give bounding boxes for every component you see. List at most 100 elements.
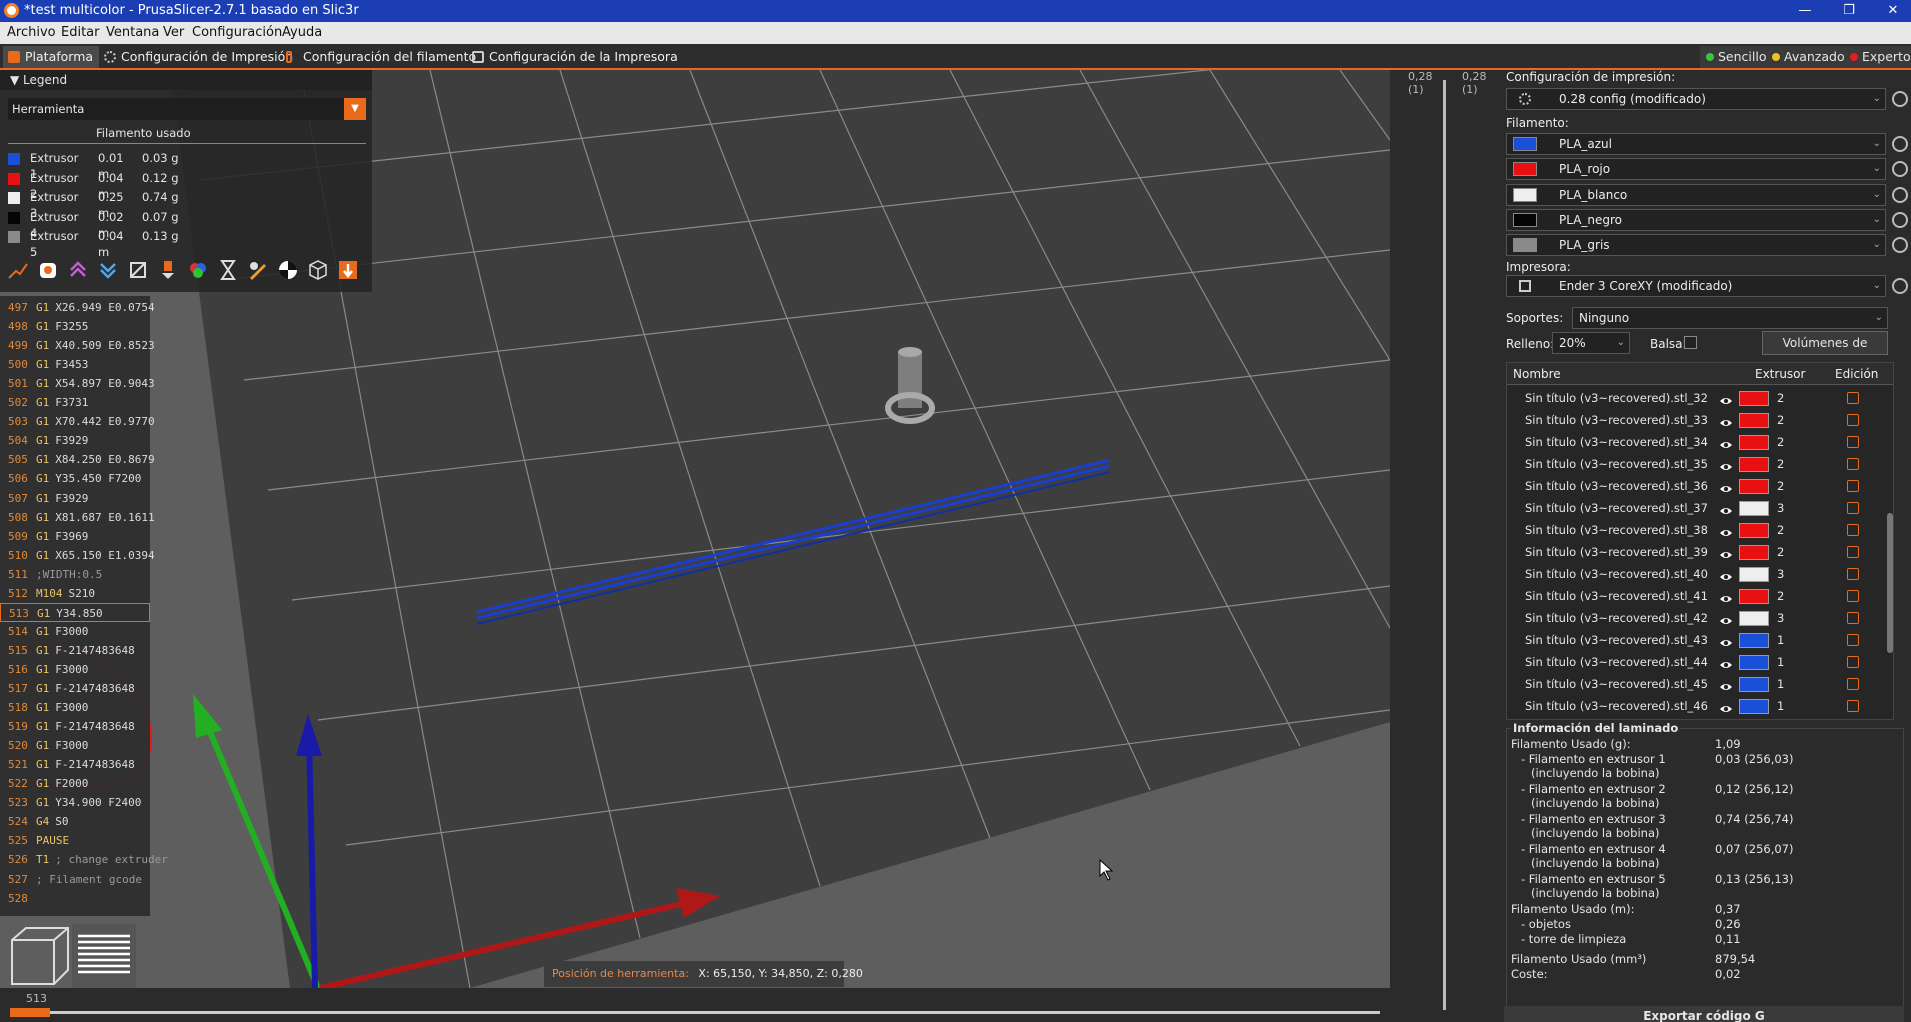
color-changes-icon[interactable] <box>186 258 210 282</box>
tool-changes-icon[interactable] <box>156 258 180 282</box>
edit-icon[interactable] <box>1847 590 1859 602</box>
gcode-line[interactable]: 520 G1 F3000 <box>0 736 150 755</box>
gcode-line[interactable]: 499 G1 X40.509 E0.8523 <box>0 336 155 355</box>
gcode-line[interactable]: 518 G1 F3000 <box>0 698 150 717</box>
object-row[interactable]: Sin título (v3~recovered).stl_33 2 <box>1507 409 1893 431</box>
extruder-color-swatch[interactable] <box>1739 677 1769 692</box>
edit-icon[interactable] <box>1847 612 1859 624</box>
menu-ventana[interactable]: Ventana <box>106 22 159 44</box>
filament-color-swatch[interactable] <box>1513 212 1537 227</box>
filament-color-swatch[interactable] <box>1513 162 1537 177</box>
extruder-color-swatch[interactable] <box>1739 501 1769 516</box>
gcode-line[interactable]: 522 G1 F2000 <box>0 774 150 793</box>
extruder-color-swatch[interactable] <box>1739 699 1769 714</box>
eye-icon[interactable] <box>1719 678 1733 690</box>
printer-gear-icon[interactable] <box>1892 278 1908 294</box>
extruder-color-swatch[interactable] <box>1739 611 1769 626</box>
object-row[interactable]: Sin título (v3~recovered).stl_37 3 <box>1507 497 1893 519</box>
gcode-line[interactable]: 516 G1 F3000 <box>0 660 150 679</box>
extruder-color-swatch[interactable] <box>1739 479 1769 494</box>
filament-combo[interactable]: PLA_gris ⌄ <box>1506 234 1886 257</box>
close-icon[interactable]: ✕ <box>1878 0 1908 22</box>
edit-icon[interactable] <box>1847 546 1859 558</box>
mode-avanzado[interactable]: Avanzado <box>1766 46 1851 68</box>
supports-combo[interactable]: Ninguno ⌄ <box>1572 307 1888 329</box>
hslider-thumb[interactable] <box>10 1008 50 1017</box>
gcode-line[interactable]: 527 ; Filament gcode <box>0 870 150 889</box>
layers-view-icon[interactable] <box>72 924 136 988</box>
horizontal-slider[interactable]: 513 <box>0 988 1390 1022</box>
object-row[interactable]: Sin título (v3~recovered).stl_34 2 <box>1507 431 1893 453</box>
extruder-color-swatch[interactable] <box>1739 435 1769 450</box>
column-extruder-header[interactable]: Extrusor <box>1755 363 1805 385</box>
edit-icon[interactable] <box>1847 568 1859 580</box>
deretractions-icon[interactable] <box>96 258 120 282</box>
tab-plataforma[interactable]: Plataforma <box>3 46 100 68</box>
edit-icon[interactable] <box>1847 414 1859 426</box>
brim-checkbox[interactable] <box>1684 336 1697 349</box>
eye-icon[interactable] <box>1719 458 1733 470</box>
gcode-line[interactable]: 526 T1 ; change extruder <box>0 850 168 869</box>
filament-gear-icon[interactable] <box>1892 186 1908 203</box>
filament-gear-icon[interactable] <box>1892 136 1908 152</box>
object-row[interactable]: Sin título (v3~recovered).stl_40 3 <box>1507 563 1893 585</box>
extruder-color-swatch[interactable] <box>1739 633 1769 648</box>
eye-icon[interactable] <box>1719 414 1733 426</box>
gcode-line[interactable]: 512 M104 S210 <box>0 584 150 603</box>
shells-icon[interactable] <box>306 258 330 282</box>
tool-marker-icon[interactable] <box>336 258 360 282</box>
gcode-line[interactable]: 525 PAUSE <box>0 831 150 850</box>
infill-combo[interactable]: 20% ⌄ <box>1552 332 1630 354</box>
extruder-color-swatch[interactable] <box>1739 545 1769 560</box>
gcode-line[interactable]: 501 G1 X54.897 E0.9043 <box>0 374 155 393</box>
column-name-header[interactable]: Nombre <box>1513 363 1561 385</box>
gcode-line[interactable]: 504 G1 F3929 <box>0 431 150 450</box>
object-row[interactable]: Sin título (v3~recovered).stl_44 1 <box>1507 651 1893 673</box>
purge-volumes-button[interactable]: Volúmenes de purga... <box>1762 331 1888 372</box>
extruder-color-swatch[interactable] <box>1739 391 1769 406</box>
edit-icon[interactable] <box>1847 700 1859 712</box>
eye-icon[interactable] <box>1719 524 1733 536</box>
object-row[interactable]: Sin título (v3~recovered).stl_41 2 <box>1507 585 1893 607</box>
filament-color-swatch[interactable] <box>1513 137 1537 151</box>
filament-combo[interactable]: PLA_blanco ⌄ <box>1506 183 1886 206</box>
edit-icon[interactable] <box>1847 678 1859 690</box>
eye-icon[interactable] <box>1719 502 1733 514</box>
tab-filament-settings[interactable]: Configuración del filamento <box>281 46 482 68</box>
object-row[interactable]: Sin título (v3~recovered).stl_38 2 <box>1507 519 1893 541</box>
gcode-line[interactable]: 497 G1 X26.949 E0.0754 <box>0 298 155 317</box>
eye-icon[interactable] <box>1719 656 1733 668</box>
gcode-line[interactable]: 502 G1 F3731 <box>0 393 150 412</box>
extruder-color-swatch[interactable] <box>1739 457 1769 472</box>
object-list-scrollbar[interactable] <box>1887 513 1893 653</box>
pause-prints-icon[interactable] <box>216 258 240 282</box>
extruder-color-swatch[interactable] <box>1739 589 1769 604</box>
menu-ayuda[interactable]: Ayuda <box>282 22 322 44</box>
object-row[interactable]: Sin título (v3~recovered).stl_42 3 <box>1507 607 1893 629</box>
view-type-select[interactable]: Herramienta ▼ <box>8 98 366 120</box>
eye-icon[interactable] <box>1719 590 1733 602</box>
gcode-line[interactable]: 523 G1 Y34.900 F2400 <box>0 793 150 812</box>
export-gcode-button[interactable]: Exportar código G <box>1504 1006 1904 1022</box>
vertical-slider[interactable]: 0,28 (1) 0,28 (1) <box>1390 70 1500 1022</box>
eye-icon[interactable] <box>1719 568 1733 580</box>
edit-icon[interactable] <box>1847 524 1859 536</box>
settings-gear-icon[interactable] <box>1892 91 1908 107</box>
filament-gear-icon[interactable] <box>1892 211 1908 228</box>
menu-editar[interactable]: Editar <box>61 22 100 44</box>
eye-icon[interactable] <box>1719 392 1733 404</box>
edit-icon[interactable] <box>1847 436 1859 448</box>
edit-icon[interactable] <box>1847 634 1859 646</box>
object-row[interactable]: Sin título (v3~recovered).stl_43 1 <box>1507 629 1893 651</box>
object-row[interactable]: Sin título (v3~recovered).stl_35 2 <box>1507 453 1893 475</box>
custom-gcodes-icon[interactable] <box>246 258 270 282</box>
edit-icon[interactable] <box>1847 502 1859 514</box>
eye-icon[interactable] <box>1719 480 1733 492</box>
gcode-line[interactable]: 500 G1 F3453 <box>0 355 150 374</box>
maximize-icon[interactable]: ❐ <box>1834 0 1864 22</box>
filament-gear-icon[interactable] <box>1892 237 1908 254</box>
gcode-line[interactable]: 521 G1 F-2147483648 <box>0 755 150 774</box>
extruder-color-swatch[interactable] <box>1739 413 1769 428</box>
gcode-viewer[interactable]: 497 G1 X26.949 E0.0754 498 G1 F3255 499 G1 X40.5… <box>0 296 168 916</box>
retractions-icon[interactable] <box>66 258 90 282</box>
